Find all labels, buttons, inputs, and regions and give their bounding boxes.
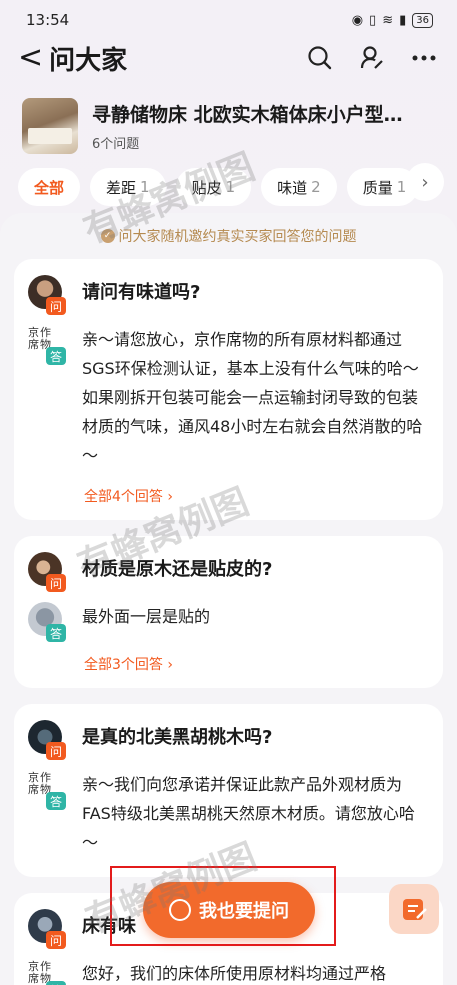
answer-text: 您好，我们的床体所使用原材料均通过严格 [82, 964, 387, 983]
all-answers-link[interactable]: 全部3个回答 › [84, 654, 429, 674]
avatar: 问 [28, 909, 66, 949]
status-time: 13:54 [26, 11, 70, 29]
avatar: 京作席物答 [28, 959, 66, 985]
question-text: 请问有味道吗? [82, 282, 201, 303]
answer-row: 京作 席物答 亲～我们向您承诺并保证此款产品外观材质为FAS特级北美黑胡桃天然原木… [28, 770, 429, 857]
question-text: 是真的北美黑胡桃木吗? [82, 727, 273, 748]
question-row: 问 材质是原木还是贴皮的? [28, 552, 429, 592]
question-text: 材质是原木还是贴皮的? [82, 559, 273, 580]
answer-tag: 答 [46, 981, 66, 985]
avatar: 问 [28, 720, 66, 760]
qa-card[interactable]: 问 材质是原木还是贴皮的? 答 最外面一层是贴的 全部3个回答 › [14, 536, 443, 688]
vibrate-icon: ▯ [369, 12, 377, 28]
product-thumbnail [22, 98, 78, 154]
qa-card[interactable]: 问 是真的北美黑胡桃木吗? 京作 席物答 亲～我们向您承诺并保证此款产品外观材质为… [14, 704, 443, 877]
avatar: 问 [28, 552, 66, 592]
notice-text: 问大家随机邀约真实买家回答您的问题 [118, 229, 357, 245]
status-icons: ◉ ▯ ≋ ▮ 36 [351, 12, 433, 28]
page-title: 问大家 [49, 45, 128, 76]
question-count: 6个问题 [92, 137, 140, 152]
highlight-box [110, 866, 336, 946]
question-tag: 问 [46, 297, 66, 315]
qa-card[interactable]: 问 请问有味道吗? 京作 席物答 亲～请您放心，京作席物的所有原材料都通过SGS环… [14, 259, 443, 520]
tab-gap[interactable]: 差距 1 [90, 168, 166, 206]
product-summary[interactable]: 寻静储物床 北欧实木箱体床小户型… 6个问题 [0, 98, 457, 154]
answer-text: 亲～我们向您承诺并保证此款产品外观材质为FAS特级北美黑胡桃天然原木材质。请您放… [82, 775, 415, 852]
answer-tag: 答 [46, 792, 66, 810]
battery-icon: 36 [412, 12, 433, 28]
filter-tabs: 全部 差距 1 贴皮 1 味道 2 质量 1 [0, 168, 457, 206]
avatar: 答 [28, 602, 66, 642]
answer-row: 京作 席物答 亲～请您放心，京作席物的所有原材料都通过SGS环保检测认证，基本上没… [28, 325, 429, 470]
edit-fab-button[interactable] [389, 884, 439, 934]
status-bar: 13:54 ◉ ▯ ≋ ▮ 36 [0, 0, 457, 40]
avatar: 京作席物答 [28, 770, 66, 810]
tab-all[interactable]: 全部 [18, 168, 81, 206]
chevron-right-icon: › [421, 171, 429, 193]
answer-text: 亲～请您放心，京作席物的所有原材料都通过SGS环保检测认证，基本上没有什么气味的… [82, 330, 423, 465]
avatar: 京作席物答 [28, 325, 66, 365]
answer-row: 京作席物答 您好，我们的床体所使用原材料均通过严格 [28, 959, 429, 985]
answer-tag: 答 [46, 624, 66, 642]
top-nav: < 问大家 [0, 40, 457, 76]
answer-text: 最外面一层是贴的 [82, 607, 211, 626]
nav-actions [307, 45, 437, 71]
search-icon[interactable] [307, 45, 333, 71]
question-tag: 问 [46, 742, 66, 760]
question-row: 问 是真的北美黑胡桃木吗? [28, 720, 429, 760]
shield-check-icon: ✓ [100, 229, 115, 243]
all-answers-link[interactable]: 全部4个回答 › [84, 486, 429, 506]
question-tag: 问 [46, 931, 66, 949]
tabs-more-button[interactable]: › [406, 163, 444, 201]
tab-smell[interactable]: 味道 2 [261, 168, 337, 206]
question-row: 问 请问有味道吗? [28, 275, 429, 315]
more-icon[interactable] [411, 45, 437, 71]
answer-tag: 答 [46, 347, 66, 365]
question-tag: 问 [46, 574, 66, 592]
invite-notice: ✓ 问大家随机邀约真实买家回答您的问题 [0, 213, 457, 259]
user-edit-icon[interactable] [359, 45, 385, 71]
answer-row: 答 最外面一层是贴的 [28, 602, 429, 642]
avatar: 问 [28, 275, 66, 315]
signal-icon: ▮ [399, 12, 407, 28]
back-button[interactable]: < [18, 43, 43, 73]
eye-icon: ◉ [351, 12, 364, 28]
tab-veneer[interactable]: 贴皮 1 [175, 168, 252, 206]
product-info: 寻静储物床 北欧实木箱体床小户型… 6个问题 [92, 100, 437, 152]
product-title: 寻静储物床 北欧实木箱体床小户型… [92, 104, 403, 126]
edit-icon [403, 899, 427, 920]
wifi-icon: ≋ [382, 12, 394, 28]
